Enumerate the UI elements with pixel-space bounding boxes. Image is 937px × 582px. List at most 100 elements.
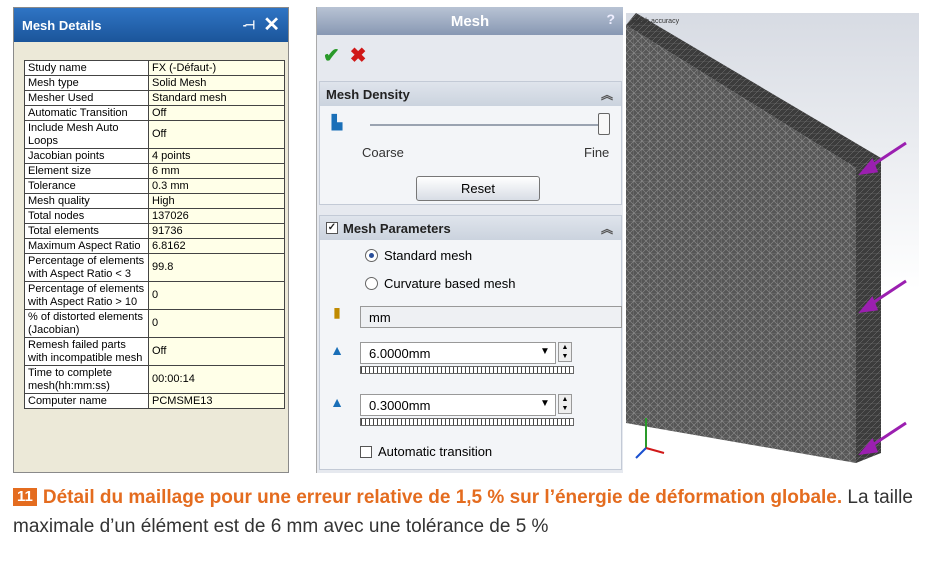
tolerance-ruler[interactable] xyxy=(360,418,574,426)
property-value: 00:00:14 xyxy=(148,365,285,394)
table-row: Time to complete mesh(hh:mm:ss) 00:00:14 xyxy=(24,365,285,394)
property-value: 0 xyxy=(148,309,285,338)
mesh-parameters-title: Mesh Parameters xyxy=(343,220,451,236)
density-slider-track[interactable] xyxy=(370,124,606,126)
table-row: Jacobian points 4 points xyxy=(24,148,285,164)
table-row: Include Mesh Auto Loops Off xyxy=(24,120,285,149)
meshed-plate xyxy=(626,13,907,463)
graphics-viewport[interactable]: Mesh accuracy xyxy=(626,13,919,473)
mesh-details-header: Mesh Details -⊣ ✕ xyxy=(14,8,288,42)
caption-bold: Détail du maillage pour une erreur relat… xyxy=(42,487,843,508)
dropdown-arrow-icon[interactable]: ▼ xyxy=(540,398,550,409)
mesh-details-panel: Mesh Details -⊣ ✕ Study name FX (-Défaut-… xyxy=(13,7,289,473)
mesh-parameters-checkbox[interactable]: ✓ xyxy=(326,222,338,234)
table-row: Total elements 91736 xyxy=(24,223,285,239)
element-size-input[interactable]: 6.0000mm xyxy=(360,342,556,364)
property-name: Tolerance xyxy=(24,178,149,194)
property-value: Off xyxy=(148,120,285,149)
table-row: % of distorted elements (Jacobian) 0 xyxy=(24,309,285,338)
mesh-parameters-group: ✓ Mesh Parameters ︽ Standard mesh Curvat… xyxy=(319,215,622,470)
table-row: Maximum Aspect Ratio 6.8162 xyxy=(24,238,285,254)
tolerance-input[interactable]: 0.3000mm xyxy=(360,394,556,416)
dropdown-arrow-icon[interactable]: ▼ xyxy=(540,346,550,357)
tolerance-icon: ▲ xyxy=(330,394,344,410)
table-row: Mesh type Solid Mesh xyxy=(24,75,285,91)
table-row: Total nodes 137026 xyxy=(24,208,285,224)
property-value: 99.8 xyxy=(148,253,285,282)
radio-curvature-mesh[interactable]: Curvature based mesh xyxy=(365,276,516,291)
table-row: Percentage of elements with Aspect Ratio… xyxy=(24,281,285,310)
mesh-property-manager: Mesh ? ✔ ✖ Mesh Density ︽ ▙ Coarse Fine … xyxy=(316,7,623,473)
radio-standard-label: Standard mesh xyxy=(384,248,473,263)
auto-transition-label: Automatic transition xyxy=(378,444,493,459)
property-value: 0 xyxy=(148,281,285,310)
ruler-unit-icon: ▮ xyxy=(333,304,341,320)
radio-unselected-icon[interactable] xyxy=(365,277,378,290)
property-value: 0.3 mm xyxy=(148,178,285,194)
property-name: Time to complete mesh(hh:mm:ss) xyxy=(24,365,149,394)
property-value: Standard mesh xyxy=(148,90,285,106)
radio-curvature-label: Curvature based mesh xyxy=(384,276,516,291)
table-row: Element size 6 mm xyxy=(24,163,285,179)
radio-standard-mesh[interactable]: Standard mesh xyxy=(365,248,472,263)
ok-cancel-bar: ✔ ✖ xyxy=(317,35,623,75)
table-row: Mesh quality High xyxy=(24,193,285,209)
property-value: 4 points xyxy=(148,148,285,164)
property-value: 6.8162 xyxy=(148,238,285,254)
property-value: Off xyxy=(148,337,285,366)
close-icon[interactable]: ✕ xyxy=(263,15,280,35)
mesh-parameters-header[interactable]: ✓ Mesh Parameters ︽ xyxy=(320,216,621,240)
table-row: Mesher Used Standard mesh xyxy=(24,90,285,106)
table-row: Automatic Transition Off xyxy=(24,105,285,121)
figure-number: 11 xyxy=(13,488,37,506)
reset-button[interactable]: Reset xyxy=(416,176,540,201)
radio-selected-icon[interactable] xyxy=(365,249,378,262)
figure-caption: 11 Détail du maillage pour une erreur rel… xyxy=(13,483,913,541)
element-size-icon: ▲ xyxy=(330,342,344,358)
element-size-ruler[interactable] xyxy=(360,366,574,374)
table-row: Remesh failed parts with incompatible me… xyxy=(24,337,285,366)
table-row: Percentage of elements with Aspect Ratio… xyxy=(24,253,285,282)
mesh-details-table: Study name FX (-Défaut-) Mesh type Solid Me… xyxy=(24,60,285,409)
cancel-x-icon[interactable]: ✖ xyxy=(350,43,367,68)
mesh-details-title: Mesh Details xyxy=(22,17,102,33)
coarse-label: Coarse xyxy=(362,145,404,160)
unit-select[interactable]: mm xyxy=(360,306,622,328)
property-value: PCMSME13 xyxy=(148,393,285,409)
collapse-chevron-icon[interactable]: ︽ xyxy=(601,220,613,237)
property-name: Mesh type xyxy=(24,75,149,91)
collapse-chevron-icon[interactable]: ︽ xyxy=(601,86,613,103)
viewport-overlay-text: Mesh accuracy xyxy=(632,17,679,26)
property-value: Solid Mesh xyxy=(148,75,285,91)
tolerance-spinner[interactable]: ▲ ▼ xyxy=(558,394,572,414)
property-name: Percentage of elements with Aspect Ratio… xyxy=(24,253,149,282)
overlay-line: Mesh accuracy xyxy=(632,18,680,25)
property-name: Maximum Aspect Ratio xyxy=(24,238,149,254)
property-value: FX (-Défaut-) xyxy=(148,60,285,76)
mesh-titlebar: Mesh ? xyxy=(317,7,623,35)
element-size-spinner[interactable]: ▲ ▼ xyxy=(558,342,572,362)
auto-transition-row[interactable]: Automatic transition xyxy=(360,444,492,459)
fine-label: Fine xyxy=(584,145,610,160)
mesh-density-icon: ▙ xyxy=(331,114,343,130)
table-row: Study name FX (-Défaut-) xyxy=(24,60,285,76)
property-name: Automatic Transition xyxy=(24,105,149,121)
property-name: Percentage of elements with Aspect Ratio… xyxy=(24,281,149,310)
property-value: 91736 xyxy=(148,223,285,239)
property-value: 137026 xyxy=(148,208,285,224)
property-name: % of distorted elements (Jacobian) xyxy=(24,309,149,338)
mesh-title: Mesh xyxy=(450,12,490,30)
property-value: Off xyxy=(148,105,285,121)
ok-check-icon[interactable]: ✔ xyxy=(323,43,340,68)
mesh-density-header[interactable]: Mesh Density ︽ xyxy=(320,82,621,106)
property-name: Total elements xyxy=(24,223,149,239)
property-name: Total nodes xyxy=(24,208,149,224)
property-name: Computer name xyxy=(24,393,149,409)
help-icon[interactable]: ? xyxy=(606,11,615,27)
pin-icon[interactable]: -⊣ xyxy=(243,18,256,32)
property-name: Mesher Used xyxy=(24,90,149,106)
table-row: Computer name PCMSME13 xyxy=(24,393,285,409)
density-slider-thumb[interactable] xyxy=(598,113,610,135)
auto-transition-checkbox[interactable] xyxy=(360,445,372,458)
property-name: Element size xyxy=(24,163,149,179)
